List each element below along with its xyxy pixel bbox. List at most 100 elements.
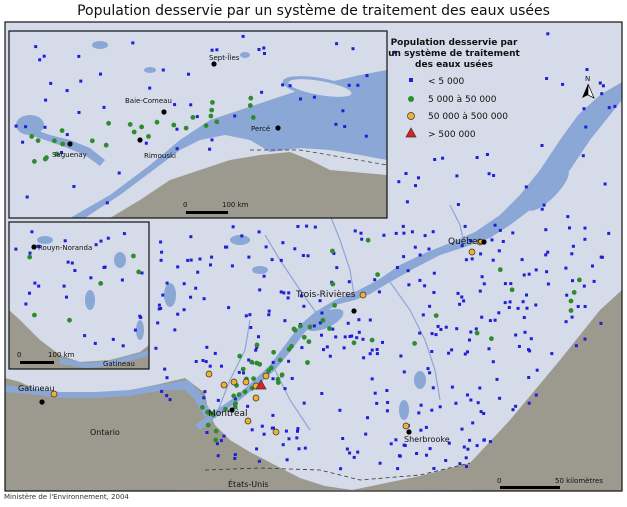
marker-green[interactable] [183, 125, 189, 131]
marker-blue[interactable] [102, 266, 106, 269]
marker-green[interactable] [29, 134, 35, 139]
marker-blue[interactable] [279, 290, 283, 294]
marker-blue[interactable] [377, 290, 381, 294]
marker-blue[interactable] [208, 364, 212, 368]
marker-green[interactable] [266, 368, 271, 374]
marker-blue[interactable] [131, 41, 135, 45]
marker-blue[interactable] [271, 360, 275, 364]
marker-blue[interactable] [173, 103, 177, 107]
marker-blue[interactable] [475, 156, 479, 159]
marker-blue[interactable] [364, 134, 368, 138]
marker-blue[interactable] [534, 303, 538, 307]
marker-blue[interactable] [213, 351, 217, 355]
marker-blue[interactable] [419, 428, 423, 432]
marker-blue[interactable] [338, 408, 342, 412]
marker-blue[interactable] [233, 453, 237, 457]
marker-green[interactable] [369, 337, 375, 343]
marker-blue[interactable] [583, 226, 587, 230]
marker-green[interactable] [213, 437, 219, 443]
marker-blue[interactable] [540, 144, 544, 147]
marker-blue[interactable] [418, 331, 422, 335]
marker-blue[interactable] [469, 330, 473, 334]
marker-blue[interactable] [402, 370, 406, 374]
marker-blue[interactable] [375, 348, 379, 351]
marker-green[interactable] [52, 138, 57, 144]
marker-blue[interactable] [439, 328, 443, 331]
marker-blue[interactable] [222, 434, 226, 438]
marker-blue[interactable] [444, 459, 448, 462]
marker-blue[interactable] [348, 451, 352, 455]
marker-blue[interactable] [231, 225, 235, 229]
marker-blue[interactable] [607, 106, 611, 110]
marker-blue[interactable] [295, 436, 299, 440]
marker-blue[interactable] [28, 251, 32, 255]
marker-blue[interactable] [296, 225, 300, 228]
marker-blue[interactable] [270, 258, 274, 262]
marker-blue[interactable] [527, 376, 531, 379]
marker-blue[interactable] [144, 141, 148, 145]
marker-blue[interactable] [72, 185, 76, 188]
marker-green[interactable] [89, 138, 95, 144]
marker-blue[interactable] [233, 457, 237, 460]
marker-blue[interactable] [417, 411, 421, 415]
marker-blue[interactable] [168, 398, 172, 402]
marker-blue[interactable] [287, 437, 291, 441]
marker-blue[interactable] [209, 263, 212, 267]
marker-blue[interactable] [571, 279, 574, 283]
marker-blue[interactable] [591, 264, 594, 268]
marker-blue[interactable] [469, 398, 473, 402]
marker-orange[interactable] [230, 378, 238, 386]
marker-blue[interactable] [546, 282, 550, 286]
marker-blue[interactable] [517, 344, 521, 348]
marker-blue[interactable] [478, 289, 482, 293]
marker-blue[interactable] [574, 344, 578, 348]
marker-green[interactable] [509, 287, 515, 293]
marker-blue[interactable] [285, 458, 289, 462]
marker-blue[interactable] [428, 304, 432, 308]
marker-green[interactable] [171, 122, 177, 128]
marker-green[interactable] [305, 360, 310, 365]
marker-blue[interactable] [507, 306, 511, 309]
marker-blue[interactable] [430, 332, 434, 336]
marker-blue[interactable] [480, 315, 484, 319]
marker-blue[interactable] [63, 239, 67, 243]
marker-blue[interactable] [303, 446, 307, 450]
marker-blue[interactable] [423, 234, 427, 238]
marker-blue[interactable] [463, 352, 467, 356]
marker-green[interactable] [146, 134, 151, 139]
marker-blue[interactable] [196, 270, 200, 274]
marker-blue[interactable] [257, 459, 261, 463]
marker-blue[interactable] [99, 72, 102, 76]
marker-green[interactable] [35, 138, 41, 144]
marker-blue[interactable] [522, 316, 526, 319]
marker-blue[interactable] [94, 243, 98, 247]
marker-blue[interactable] [160, 389, 164, 393]
marker-blue[interactable] [186, 258, 190, 262]
marker-blue[interactable] [424, 425, 428, 429]
marker-blue[interactable] [522, 273, 526, 277]
marker-green[interactable] [247, 103, 253, 108]
marker-blue[interactable] [493, 223, 497, 227]
marker-blue[interactable] [545, 77, 549, 80]
marker-blue[interactable] [106, 236, 110, 240]
marker-green[interactable] [365, 237, 371, 243]
marker-blue[interactable] [525, 293, 528, 297]
marker-blue[interactable] [24, 125, 28, 129]
marker-green[interactable] [375, 272, 380, 277]
marker-blue[interactable] [279, 258, 283, 262]
marker-blue[interactable] [312, 324, 316, 328]
marker-blue[interactable] [49, 81, 53, 85]
marker-blue[interactable] [262, 432, 266, 436]
marker-blue[interactable] [582, 107, 586, 111]
marker-blue[interactable] [28, 291, 31, 295]
marker-blue[interactable] [224, 245, 227, 249]
marker-green[interactable] [32, 159, 37, 164]
marker-blue[interactable] [540, 207, 544, 211]
marker-blue[interactable] [508, 300, 512, 304]
marker-blue[interactable] [257, 230, 261, 234]
marker-blue[interactable] [267, 309, 271, 313]
marker-blue[interactable] [148, 86, 152, 90]
marker-blue[interactable] [487, 347, 491, 351]
marker-blue[interactable] [33, 281, 37, 285]
marker-blue[interactable] [361, 337, 365, 341]
